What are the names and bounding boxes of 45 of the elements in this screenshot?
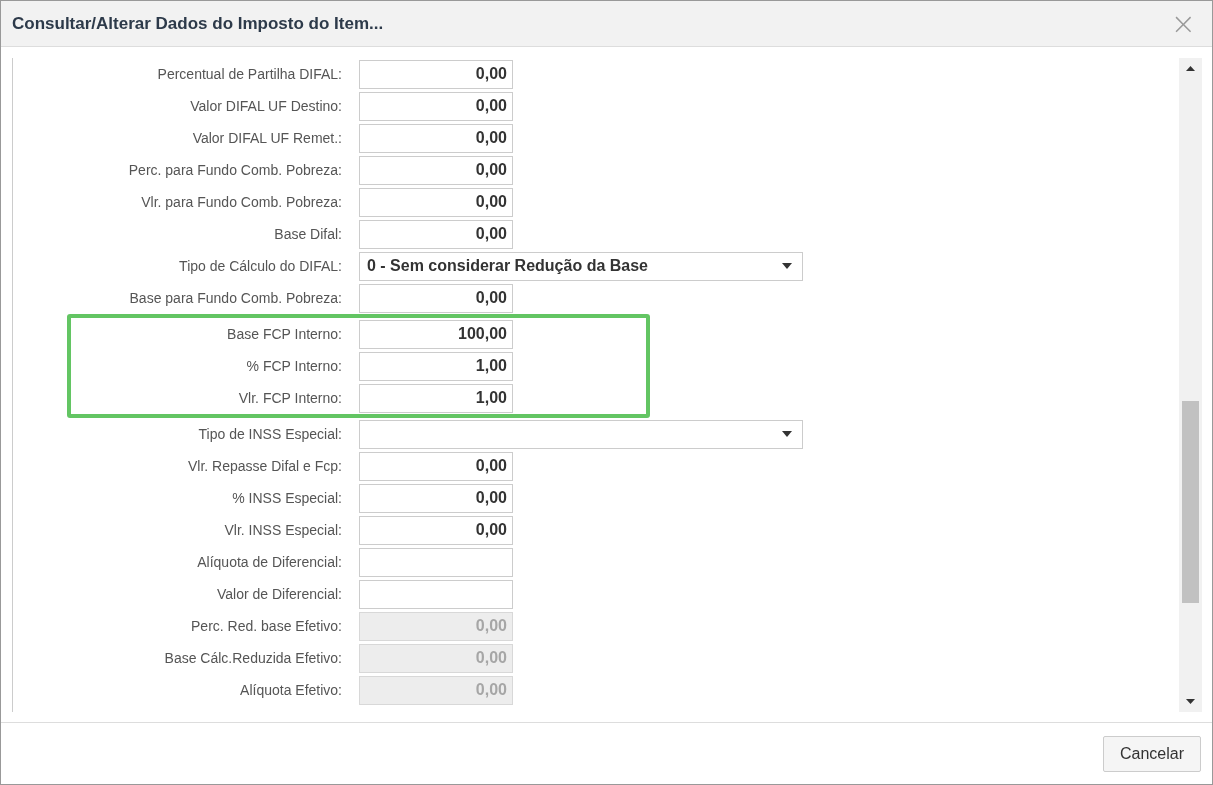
caret-icon: [782, 263, 792, 269]
field-label: % INSS Especial:: [231, 490, 342, 506]
cancel-button[interactable]: Cancelar: [1102, 735, 1201, 772]
field-label: Valor DIFAL UF Destino:: [189, 98, 342, 114]
field-label: Tipo de Cálculo do DIFAL:: [178, 258, 342, 274]
dialog-title: Consultar/Alterar Dados do Imposto do Item...: [12, 13, 384, 34]
input-field[interactable]: 0,00: [359, 283, 513, 313]
input-field[interactable]: 0,00: [359, 219, 513, 249]
input-field[interactable]: 100,00: [359, 319, 513, 349]
input-field[interactable]: 0,00: [359, 59, 513, 89]
input-field[interactable]: 0,00: [359, 155, 513, 185]
input-field[interactable]: 0,00: [359, 451, 513, 481]
input-field[interactable]: 0,00: [359, 483, 513, 513]
field-label: Base Cálc.Reduzida Efetivo:: [163, 650, 342, 666]
input-field[interactable]: 0,00: [359, 515, 513, 545]
dropdown-field[interactable]: 0 - Sem considerar Redução da Base: [359, 251, 803, 281]
field-label: Alíquota Efetivo:: [239, 682, 342, 698]
input-field[interactable]: [359, 579, 513, 609]
scrollbar-thumb[interactable]: [1182, 401, 1199, 603]
field-label: Base FCP Interno:: [226, 326, 342, 342]
field-label: Perc. para Fundo Comb. Pobreza:: [127, 162, 342, 178]
input-field[interactable]: [359, 547, 513, 577]
field-label: Percentual de Partilha DIFAL:: [156, 66, 342, 82]
scroll-down-icon: [1186, 699, 1195, 704]
field-label: Tipo de INSS Especial:: [197, 426, 342, 442]
field-label: Perc. Red. base Efetivo:: [190, 618, 342, 634]
field-label: % FCP Interno:: [245, 358, 342, 374]
field-label: Base Difal:: [273, 226, 342, 242]
scrollbar[interactable]: [1179, 58, 1202, 712]
field-label: Vlr. Repasse Difal e Fcp:: [186, 458, 342, 474]
caret-icon: [782, 431, 792, 437]
input-field[interactable]: 0,00: [359, 187, 513, 217]
input-field[interactable]: 1,00: [359, 351, 513, 381]
input-field[interactable]: 1,00: [359, 383, 513, 413]
field-label: Valor de Diferencial:: [215, 586, 342, 602]
field-label: Base para Fundo Comb. Pobreza:: [128, 290, 342, 306]
dropdown-field[interactable]: [359, 419, 803, 449]
input-field[interactable]: 0,00: [359, 123, 513, 153]
field-label: Valor DIFAL UF Remet.:: [191, 130, 342, 146]
field-label: Vlr. para Fundo Comb. Pobreza:: [140, 194, 342, 210]
scroll-up-icon: [1186, 66, 1195, 71]
field-label: Vlr. FCP Interno:: [237, 390, 342, 406]
field-label: Vlr. INSS Especial:: [223, 522, 342, 538]
input-field[interactable]: 0,00: [359, 91, 513, 121]
field-label: Alíquota de Diferencial:: [196, 554, 342, 570]
